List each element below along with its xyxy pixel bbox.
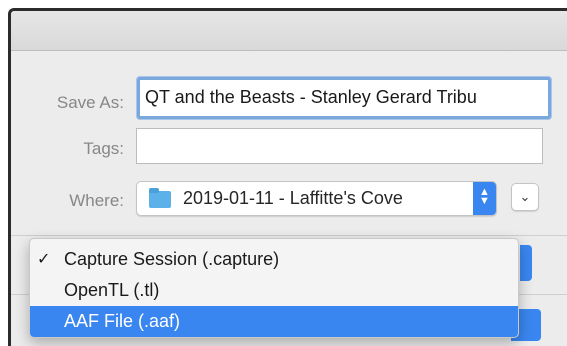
folder-icon: [149, 188, 171, 208]
menu-item-capture-session[interactable]: ✓ Capture Session (.capture): [30, 244, 518, 274]
tags-label: Tags:: [83, 139, 124, 158]
expand-dialog-button[interactable]: ⌄: [511, 183, 539, 211]
save-as-field-text: QT and the Beasts - Stanley Gerard Tribu: [145, 87, 477, 107]
dialog-titlebar: [11, 11, 567, 51]
up-down-stepper-icon: ▲ ▼: [473, 182, 496, 215]
where-popup-text: 2019-01-11 - Laffitte's Cove: [183, 188, 403, 208]
chevron-down-icon: ⌄: [519, 189, 531, 204]
checkmark-icon: ✓: [37, 251, 51, 268]
format-dropdown-menu: ✓ Capture Session (.capture) OpenTL (.tl…: [29, 238, 519, 338]
menu-item-opentl[interactable]: OpenTL (.tl): [30, 275, 518, 305]
menu-item-label: OpenTL (.tl): [64, 280, 160, 300]
menu-item-label: AAF File (.aaf): [64, 311, 181, 331]
where-popup[interactable]: 2019-01-11 - Laffitte's Cove ▲ ▼: [136, 181, 497, 216]
screenshot-stage: Save As: QT and the Beasts - Stanley Ger…: [0, 0, 567, 346]
menu-item-aaf-file[interactable]: AAF File (.aaf): [30, 306, 518, 337]
menu-item-label: Capture Session (.capture): [64, 249, 280, 269]
where-label: Where:: [69, 191, 124, 210]
format-popup-stepper[interactable]: [520, 245, 532, 281]
tags-field[interactable]: [136, 128, 543, 164]
save-as-label: Save As:: [56, 93, 124, 112]
save-as-field[interactable]: QT and the Beasts - Stanley Gerard Tribu: [137, 77, 551, 119]
section-divider: [11, 235, 567, 236]
